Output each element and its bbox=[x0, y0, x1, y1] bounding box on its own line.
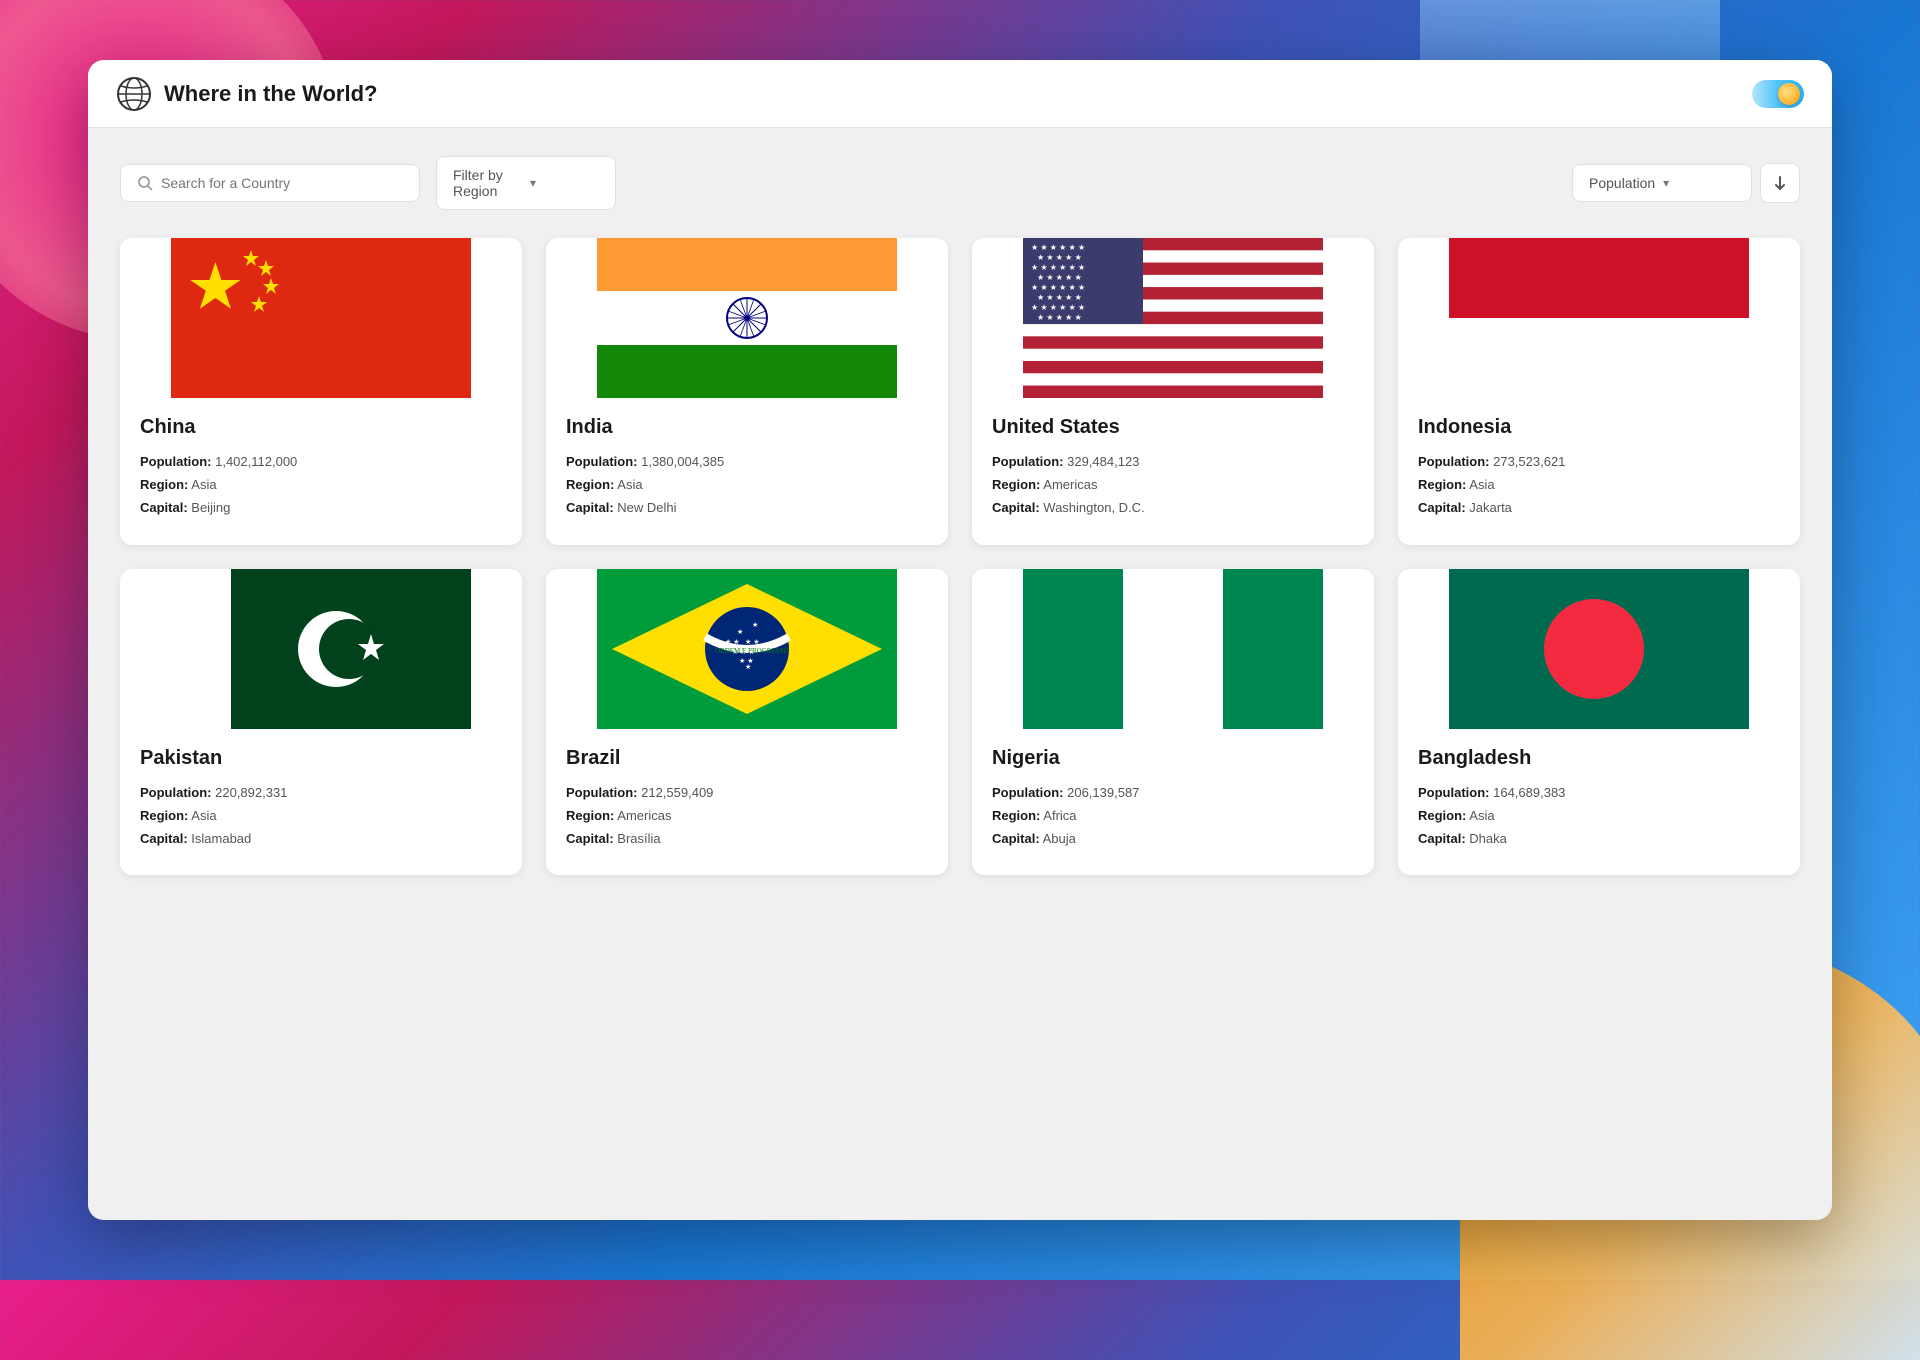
detail-pop-pakistan: Population: 220,892,331 bbox=[140, 784, 502, 802]
country-card-bangladesh[interactable]: Bangladesh Population: 164,689,383 Regio… bbox=[1398, 569, 1800, 876]
sort-direction-button[interactable] bbox=[1760, 163, 1800, 203]
svg-text:★ ★: ★ ★ bbox=[725, 638, 740, 646]
country-card-pakistan[interactable]: Pakistan Population: 220,892,331 Region:… bbox=[120, 569, 522, 876]
country-card-indonesia[interactable]: Indonesia Population: 273,523,621 Region… bbox=[1398, 238, 1800, 545]
filter-chevron-icon: ▾ bbox=[530, 176, 599, 190]
detail-region-pakistan: Region: Asia bbox=[140, 807, 502, 825]
detail-pop-brazil: Population: 212,559,409 bbox=[566, 784, 928, 802]
country-name-india: India bbox=[566, 416, 928, 439]
detail-pop-china: Population: 1,402,112,000 bbox=[140, 453, 502, 471]
flag-china bbox=[120, 238, 522, 398]
svg-text:★: ★ bbox=[737, 628, 743, 636]
globe-icon bbox=[116, 76, 152, 112]
svg-text:★ ★: ★ ★ bbox=[745, 638, 760, 646]
flag-pakistan bbox=[120, 569, 522, 729]
main-content: Filter by Region ▾ Population ▾ bbox=[88, 128, 1832, 1220]
detail-region-china: Region: Asia bbox=[140, 476, 502, 494]
detail-region-bangladesh: Region: Asia bbox=[1418, 807, 1780, 825]
controls-bar: Filter by Region ▾ Population ▾ bbox=[120, 156, 1800, 210]
app-window: Where in the World? Filter by Region ▾ bbox=[88, 60, 1832, 1220]
detail-region-indonesia: Region: Asia bbox=[1418, 476, 1780, 494]
detail-capital-china: Capital: Beijing bbox=[140, 499, 502, 517]
svg-text:★ ★ ★ ★ ★ ★: ★ ★ ★ ★ ★ ★ bbox=[1031, 283, 1085, 292]
theme-toggle[interactable] bbox=[1752, 80, 1804, 108]
country-name-china: China bbox=[140, 416, 502, 439]
flag-india bbox=[546, 238, 948, 398]
detail-pop-indonesia: Population: 273,523,621 bbox=[1418, 453, 1780, 471]
detail-region-usa: Region: Americas bbox=[992, 476, 1354, 494]
country-name-nigeria: Nigeria bbox=[992, 747, 1354, 770]
detail-pop-india: Population: 1,380,004,385 bbox=[566, 453, 928, 471]
header-left: Where in the World? bbox=[116, 76, 377, 112]
toggle-knob bbox=[1778, 83, 1800, 105]
country-name-bangladesh: Bangladesh bbox=[1418, 747, 1780, 770]
detail-region-brazil: Region: Americas bbox=[566, 807, 928, 825]
flag-brazil: ★ ★ ★ ★ ★ ★ ★ ★ ★ ★ ★ ★ ORDEM E PROGRESS… bbox=[546, 569, 948, 729]
detail-capital-india: Capital: New Delhi bbox=[566, 499, 928, 517]
detail-pop-nigeria: Population: 206,139,587 bbox=[992, 784, 1354, 802]
svg-text:★ ★ ★ ★ ★ ★: ★ ★ ★ ★ ★ ★ bbox=[1031, 263, 1085, 272]
sort-arrow-icon bbox=[1772, 175, 1788, 191]
country-card-nigeria[interactable]: Nigeria Population: 206,139,587 Region: … bbox=[972, 569, 1374, 876]
card-info-china: China Population: 1,402,112,000 Region: … bbox=[120, 398, 522, 545]
flag-bangladesh bbox=[1398, 569, 1800, 729]
app-title: Where in the World? bbox=[164, 81, 377, 107]
sort-label: Population bbox=[1589, 175, 1655, 191]
card-info-pakistan: Pakistan Population: 220,892,331 Region:… bbox=[120, 729, 522, 876]
card-info-nigeria: Nigeria Population: 206,139,587 Region: … bbox=[972, 729, 1374, 876]
flag-usa: ★ ★ ★ ★ ★ ★ ★ ★ ★ ★ ★ ★ ★ ★ ★ ★ ★ ★ ★ ★ … bbox=[972, 238, 1374, 398]
search-icon bbox=[137, 175, 153, 191]
country-card-usa[interactable]: ★ ★ ★ ★ ★ ★ ★ ★ ★ ★ ★ ★ ★ ★ ★ ★ ★ ★ ★ ★ … bbox=[972, 238, 1374, 545]
svg-text:★ ★ ★ ★ ★ ★: ★ ★ ★ ★ ★ ★ bbox=[1031, 303, 1085, 312]
sort-chevron-icon: ▾ bbox=[1663, 176, 1669, 190]
card-info-indonesia: Indonesia Population: 273,523,621 Region… bbox=[1398, 398, 1800, 545]
card-info-brazil: Brazil Population: 212,559,409 Region: A… bbox=[546, 729, 948, 876]
detail-capital-brazil: Capital: Brasília bbox=[566, 830, 928, 848]
card-info-usa: United States Population: 329,484,123 Re… bbox=[972, 398, 1374, 545]
svg-text:★ ★ ★ ★ ★: ★ ★ ★ ★ ★ bbox=[1037, 293, 1082, 302]
detail-pop-usa: Population: 329,484,123 bbox=[992, 453, 1354, 471]
detail-capital-pakistan: Capital: Islamabad bbox=[140, 830, 502, 848]
flag-nigeria bbox=[972, 569, 1374, 729]
search-box[interactable] bbox=[120, 164, 420, 202]
countries-grid: China Population: 1,402,112,000 Region: … bbox=[120, 238, 1800, 875]
country-name-brazil: Brazil bbox=[566, 747, 928, 770]
header: Where in the World? bbox=[88, 60, 1832, 128]
detail-capital-indonesia: Capital: Jakarta bbox=[1418, 499, 1780, 517]
svg-text:★: ★ bbox=[745, 663, 751, 671]
sort-section: Population ▾ bbox=[1572, 163, 1800, 203]
country-card-india[interactable]: India Population: 1,380,004,385 Region: … bbox=[546, 238, 948, 545]
detail-capital-nigeria: Capital: Abuja bbox=[992, 830, 1354, 848]
detail-pop-bangladesh: Population: 164,689,383 bbox=[1418, 784, 1780, 802]
country-name-pakistan: Pakistan bbox=[140, 747, 502, 770]
detail-region-india: Region: Asia bbox=[566, 476, 928, 494]
detail-capital-usa: Capital: Washington, D.C. bbox=[992, 499, 1354, 517]
svg-text:★ ★ ★ ★ ★: ★ ★ ★ ★ ★ bbox=[1037, 253, 1082, 262]
country-card-brazil[interactable]: ★ ★ ★ ★ ★ ★ ★ ★ ★ ★ ★ ★ ORDEM E PROGRESS… bbox=[546, 569, 948, 876]
svg-text:★ ★ ★ ★ ★: ★ ★ ★ ★ ★ bbox=[1037, 273, 1082, 282]
svg-text:ORDEM E PROGRESSO: ORDEM E PROGRESSO bbox=[715, 647, 789, 655]
card-info-bangladesh: Bangladesh Population: 164,689,383 Regio… bbox=[1398, 729, 1800, 876]
flag-indonesia bbox=[1398, 238, 1800, 398]
search-input[interactable] bbox=[161, 175, 403, 191]
sort-dropdown[interactable]: Population ▾ bbox=[1572, 164, 1752, 202]
filter-label: Filter by Region bbox=[453, 167, 522, 199]
detail-capital-bangladesh: Capital: Dhaka bbox=[1418, 830, 1780, 848]
card-info-india: India Population: 1,380,004,385 Region: … bbox=[546, 398, 948, 545]
detail-region-nigeria: Region: Africa bbox=[992, 807, 1354, 825]
svg-text:★: ★ bbox=[752, 621, 758, 629]
country-name-usa: United States bbox=[992, 416, 1354, 439]
filter-region-dropdown[interactable]: Filter by Region ▾ bbox=[436, 156, 616, 210]
svg-text:★ ★ ★ ★ ★ ★: ★ ★ ★ ★ ★ ★ bbox=[1031, 243, 1085, 252]
country-card-china[interactable]: China Population: 1,402,112,000 Region: … bbox=[120, 238, 522, 545]
country-name-indonesia: Indonesia bbox=[1418, 416, 1780, 439]
svg-text:★ ★ ★ ★ ★: ★ ★ ★ ★ ★ bbox=[1037, 313, 1082, 322]
